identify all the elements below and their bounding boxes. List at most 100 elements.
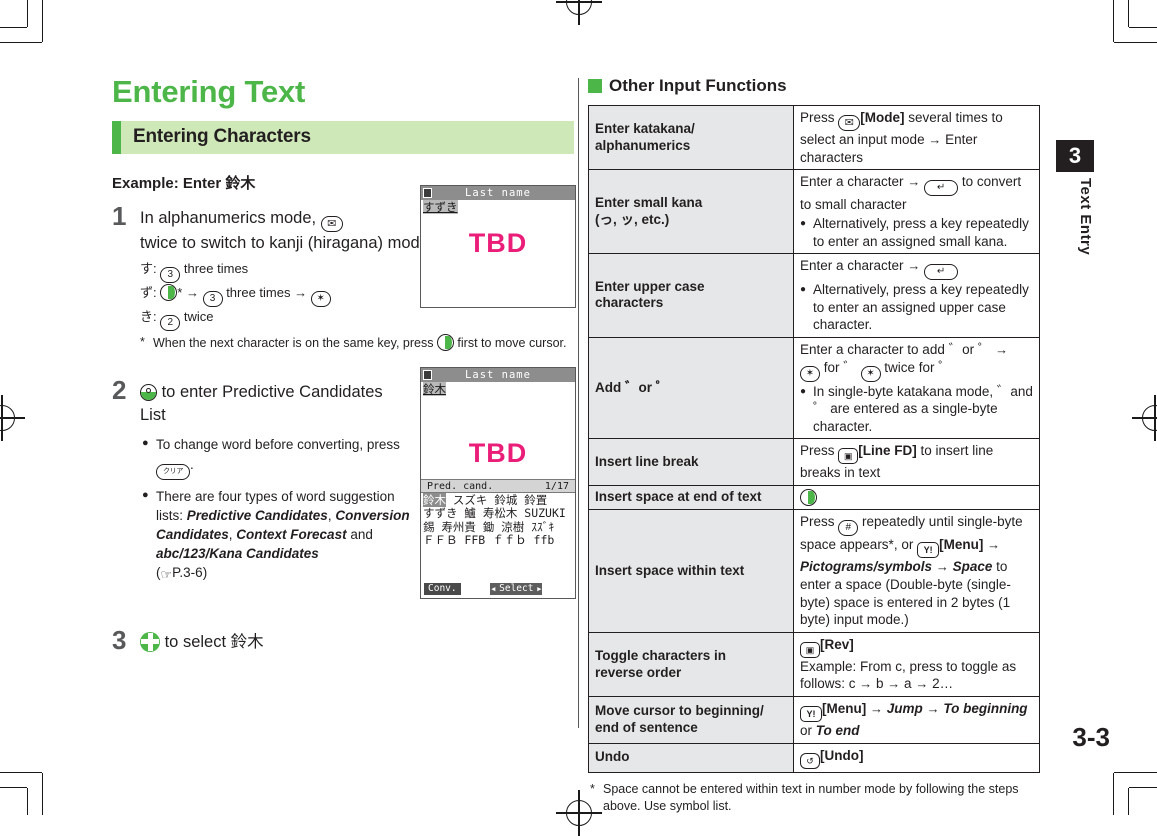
send-key-icon: ↵: [924, 180, 959, 197]
zu-star: *: [177, 285, 183, 301]
undo-key-icon: ↺: [800, 752, 820, 769]
key-3-icon: 3: [160, 267, 181, 284]
arrow-row8a: →: [859, 676, 873, 692]
table-footnote: * Space cannot be entered within text in…: [588, 781, 1040, 815]
bullet-1-text-a: To change word before converting, press: [156, 437, 400, 453]
phone-2-title: Last name: [465, 368, 531, 381]
table-row: Insert space within text Press # repeate…: [588, 509, 1040, 633]
phone-2-candidate-label: Pred. cand.: [427, 480, 494, 492]
left-column: Entering Text Entering Characters Exampl…: [112, 74, 576, 660]
page-title: Entering Text: [112, 74, 306, 109]
right-column: Other Input Functions Enter katakana/alp…: [588, 76, 1040, 815]
phone-2-softkey-bar: Conv. Select: [421, 581, 575, 597]
bullet-dot-row4: ●: [800, 385, 807, 397]
row-value-enter-upper-case: Enter a character → ↵ ● Alternatively, p…: [793, 253, 1040, 338]
crop-mark-bl-v: [27, 788, 29, 815]
crop-mark-bl-v2: [42, 773, 44, 815]
phone-screen-step-2: Last name 鈴木 TBD Pred. cand. 1/17 鈴木 スズキ…: [420, 366, 576, 599]
green-square-icon: [588, 79, 602, 93]
table-row: Enter katakana/alphanumerics Press ✉ [Mod…: [588, 104, 1040, 171]
phone-2-candidate-bar: Pred. cand. 1/17: [421, 478, 575, 493]
row-label-enter-small-kana: Enter small kana (っ, ッ, etc.): [588, 169, 794, 255]
crop-mark-br-v2: [1113, 773, 1115, 815]
row-label-undo: Undo: [588, 742, 794, 773]
phone-1-title-bar: Last name: [421, 185, 575, 200]
step-1-footnote-marker: *: [140, 335, 145, 350]
kana-label-ki: き:: [140, 309, 157, 325]
candidate-row-1[interactable]: 鈴木 スズキ 鈴城 鈴置: [423, 492, 573, 508]
arrow-row2: →: [907, 174, 921, 190]
arrow-row9b: →: [926, 701, 940, 717]
table-row: Enter upper case characters Enter a chara…: [588, 253, 1040, 338]
crop-mark-tr-v2: [1113, 0, 1115, 42]
zu-repeat-text: three times: [226, 285, 291, 301]
step-2-bullet-1-text: To change word before converting, press …: [156, 435, 414, 480]
crop-mark-tr-h: [1129, 27, 1157, 29]
page-number: 3-3: [1072, 722, 1110, 752]
row2-bullet: ● Alternatively, press a key repeatedly …: [800, 215, 1033, 250]
cursor-right-key-icon-row6: [800, 488, 817, 506]
row4-bullet-text: In single-byte katakana mode, ゛and ゜ are…: [813, 383, 1033, 434]
candidate-type-abc: abc/123/Kana Candidates: [156, 546, 319, 562]
row-value-undo: ↺ [Undo]: [793, 742, 1040, 773]
table-row: Toggle characters in reverse order ▣ [Rev]…: [588, 631, 1040, 698]
step-2-text: to enter Predictive Candidates List: [140, 382, 383, 425]
bullet-1-text-b: .: [190, 456, 194, 472]
phone-mail-status-icon: [423, 187, 432, 198]
candidate-row-3[interactable]: 錫 寿州貴 鋤 涼樹 ｽｽﾞｷ: [423, 520, 573, 535]
row3-bullet-text: Alternatively, press a key repeatedly to…: [813, 282, 1029, 333]
phone-2-candidate-list[interactable]: 鈴木 スズキ 鈴城 鈴置 すずき 鱸 寿松木 SUZUKI 錫 寿州貴 鋤 涼樹…: [421, 492, 575, 549]
phone-1-placeholder: TBD: [468, 227, 528, 258]
key-2-icon: 2: [160, 315, 181, 332]
row-value-insert-space-within: Press # repeatedly until single-byte spa…: [793, 509, 1040, 633]
crop-mark-bl-h: [0, 787, 27, 789]
table-row: Undo ↺ [Undo]: [588, 742, 1040, 773]
row-label-add-dakuten: Add ゛or ゜: [588, 336, 794, 440]
crop-mark-bl-h2: [0, 772, 42, 774]
kana-sequence-ki: き: 2 twice: [140, 307, 574, 332]
row-label-enter-upper-case: Enter upper case characters: [588, 253, 794, 338]
su-repeat-text: three times: [183, 261, 249, 277]
phone-1-entry-cursor: き: [446, 199, 458, 214]
table-row: Insert space at end of text: [588, 484, 1040, 511]
camera-key-icon-row8: ▣: [800, 641, 820, 658]
page-reference-text: P.3-6: [172, 565, 203, 581]
crop-mark-tr-h2: [1114, 42, 1157, 44]
step-1-text-before: In alphanumerics mode,: [140, 208, 317, 227]
section-heading-band: Entering Characters: [112, 120, 574, 154]
camera-key-icon-row5: ▣: [838, 448, 859, 465]
cursor-right-key-icon-2: [436, 334, 454, 352]
row-value-enter-katakana: Press ✉ [Mode] several times to select an…: [793, 104, 1040, 171]
row-label-insert-line-break: Insert line break: [588, 438, 794, 486]
step-1-footnote: * When the next character is on the same…: [140, 334, 574, 352]
step-2-bullet-2-text: There are four types of word suggestion …: [156, 487, 414, 585]
step-2-number: 2: [112, 374, 127, 405]
row-label-insert-space-within: Insert space within text: [588, 509, 794, 633]
other-input-functions-table: Enter katakana/alphanumerics Press ✉ [Mod…: [588, 104, 1040, 773]
candidate-row-2[interactable]: すずき 鱸 寿松木 SUZUKI: [423, 507, 573, 521]
bullet-dot-1: ●: [142, 437, 149, 450]
star-key-icon-row4b: ✶: [860, 365, 881, 382]
star-key-icon-row4a: ✶: [800, 365, 820, 382]
arrow-row7b: →: [935, 559, 949, 575]
step-1-text-after: twice to switch to kanji (hiragana) mode: [140, 233, 429, 252]
row-value-enter-small-kana: Enter a character → ↵ to convert to smal…: [793, 169, 1040, 255]
crop-mark-br-v: [1128, 788, 1130, 815]
row3-bullet: ● Alternatively, press a key repeatedly …: [800, 281, 1033, 334]
row-value-toggle-reverse: ▣ [Rev] Example: From c, press to toggle …: [793, 631, 1040, 698]
step-2-bullet-2: ● There are four types of word suggestio…: [142, 487, 414, 585]
step-1-number: 1: [112, 200, 127, 231]
yahoo-key-icon-row7: Y!: [917, 542, 940, 559]
crop-mark-tl-h: [0, 27, 27, 29]
navigation-key-icon: [140, 631, 160, 652]
softkey-conv[interactable]: Conv.: [424, 582, 461, 595]
softkey-select[interactable]: Select: [490, 582, 543, 595]
table-row: Move cursor to beginning/end of sentence…: [588, 696, 1040, 744]
table-footnote-marker: *: [590, 781, 595, 796]
candidate-selected[interactable]: 鈴木: [423, 492, 446, 507]
row-label-enter-katakana: Enter katakana/alphanumerics: [588, 104, 794, 171]
clear-key-icon: クリア: [156, 463, 190, 480]
phone-2-title-bar: Last name: [421, 367, 575, 382]
bullet-2-joiner: and: [350, 526, 373, 542]
candidate-row-4[interactable]: ＦＦＢ FFB ｆｆｂ ffb: [423, 534, 573, 548]
